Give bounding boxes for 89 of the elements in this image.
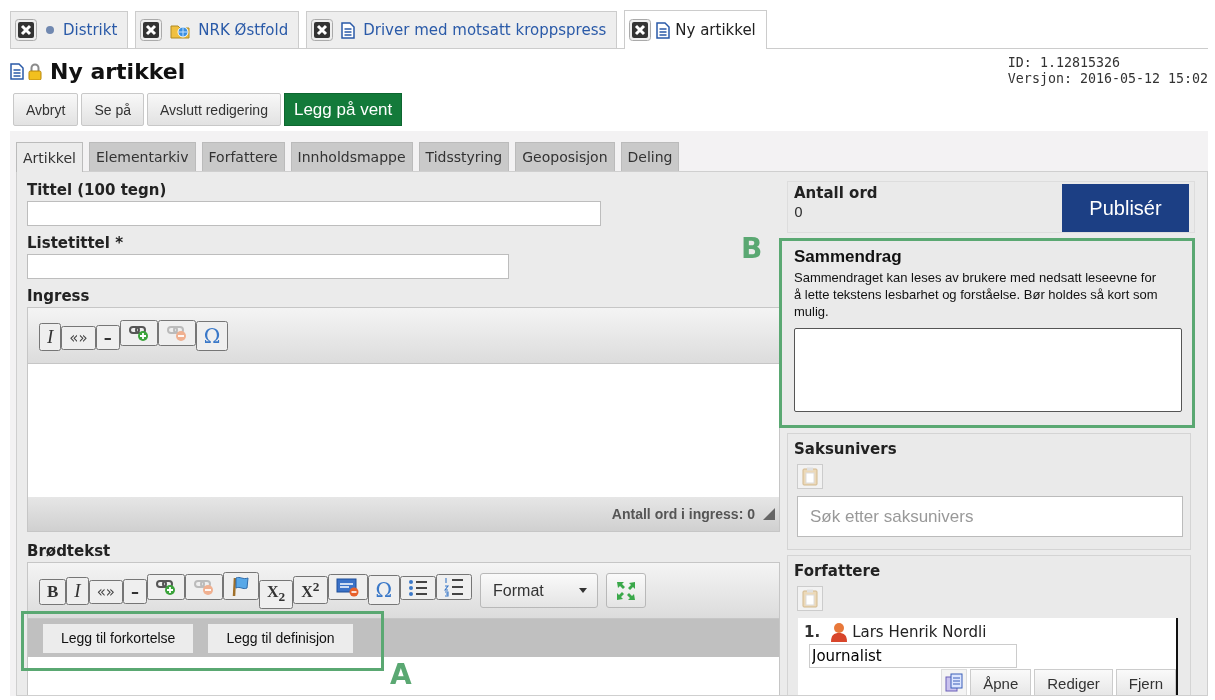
caret-icon [579,588,588,593]
field-label: Tittel (100 tegn) [27,181,167,199]
document-tab[interactable]: Ny artikkel [624,10,767,49]
bullet-list-icon [408,579,429,598]
action-button[interactable]: Avbryt [13,93,79,126]
document-icon [10,62,24,80]
dot-icon [45,25,55,35]
subscript-button[interactable]: X$_{2}$ [259,580,294,609]
annotation-letter: B [741,235,763,263]
field-label: Ingress [27,287,90,305]
word-count-value: 0 [794,204,804,220]
maximize-button[interactable] [606,573,647,608]
link-button[interactable] [147,574,186,601]
numbered-list-icon [444,577,465,598]
italic-button[interactable]: I [39,323,62,351]
copy-icon [945,673,964,693]
dash-button[interactable]: – [123,579,148,605]
superscript-button[interactable]: X$^{2}$ [293,576,328,605]
unlink-icon [165,323,188,343]
person-icon [830,622,849,642]
unlink-icon [193,577,216,598]
flag-icon [231,575,252,598]
link-add-icon [127,323,150,343]
action-button[interactable]: Se på [81,93,145,126]
document-tab[interactable]: Driver med motsatt kroppspress [306,11,618,48]
page-title: Ny artikkel [50,58,186,84]
search-field[interactable]: Søk etter saksunivers [797,496,1183,537]
text-field[interactable] [27,254,509,279]
lock-icon [28,62,42,80]
close-icon[interactable] [140,19,163,41]
annotation-letter: A [390,661,412,689]
clipboard-icon [802,589,818,608]
action-button[interactable]: Avslutt redigering [147,93,281,126]
quote-button[interactable]: «» [88,580,124,605]
document-icon [656,21,671,39]
link-button[interactable] [119,320,158,346]
insert-button[interactable]: Legg til definisjon [208,623,353,653]
role-field[interactable]: Journalist [809,644,1017,668]
author-name: Lars Henrik Nordli [852,623,987,641]
expand-arrows-icon [616,580,637,601]
version-text: Versjon: 2016-05-12 15:02 [1007,71,1208,87]
editor-tab[interactable]: Elementarkiv [88,142,196,171]
close-icon[interactable] [15,19,37,41]
dash-button[interactable]: – [95,325,120,350]
resize-grip-icon [763,508,775,520]
field-label: Listetittel * [27,234,123,252]
panel-title: Saksunivers [794,440,897,458]
primary-button[interactable]: Legg på vent [283,93,403,126]
text-field[interactable] [27,201,601,226]
word-count-text: Antall ord i ingress: 0 [611,506,755,522]
editor-tab[interactable]: Geoposisjon [515,142,615,171]
unlink-button[interactable] [185,574,224,601]
document-tab[interactable]: Distrikt [10,11,129,48]
document-tab[interactable]: NRK Østfold [135,11,300,48]
unlink-button[interactable] [157,320,196,346]
publish-button[interactable]: Publisér [1062,184,1189,232]
clipboard-icon [802,467,818,486]
numbered-list-button[interactable] [436,574,473,601]
editor-tab[interactable]: Artikkel [16,142,83,172]
editor-tab[interactable]: Innholdsmappe [290,142,413,171]
editor-tab[interactable]: Forfattere [201,142,285,171]
author-action-button[interactable]: Åpne [970,669,1032,695]
editor-tab[interactable]: Deling [620,142,680,171]
author-action-button[interactable]: Rediger [1034,669,1113,695]
html-icon [335,577,360,598]
list-number: 1. [804,623,821,641]
panel-title: Forfattere [794,562,881,580]
close-icon[interactable] [311,19,334,41]
word-count-label: Antall ord [794,184,878,202]
bold-button[interactable]: B [39,579,67,606]
html-button[interactable] [327,574,368,601]
description-text: Sammendraget kan leses av brukere med nedsatt leseevne for å lette tekstens lesbarhet og forståelse. Bør holdes så kort som mulig. [794,269,1159,320]
format-dropdown[interactable]: Format [480,573,599,608]
panel-title: Sammendrag [794,247,903,267]
copy-button[interactable] [941,669,968,695]
document-icon [341,21,356,39]
field-label: Brødtekst [27,542,111,560]
italic-button[interactable]: I [66,577,89,606]
editor-tab[interactable]: Tidsstyring [418,142,510,171]
close-icon[interactable] [629,19,652,41]
special-character-button[interactable]: Ω [195,321,229,351]
insert-button[interactable]: Legg til forkortelse [43,623,194,653]
quote-button[interactable]: «» [61,326,96,350]
bullet-list-button[interactable] [400,576,437,601]
article-id: ID: 1.12815326 [1007,55,1121,71]
special-character-button[interactable]: Ω [367,575,401,606]
author-action-button[interactable]: Fjern [1115,669,1176,695]
summary-textarea[interactable] [794,328,1182,412]
link-add-icon [155,577,178,598]
